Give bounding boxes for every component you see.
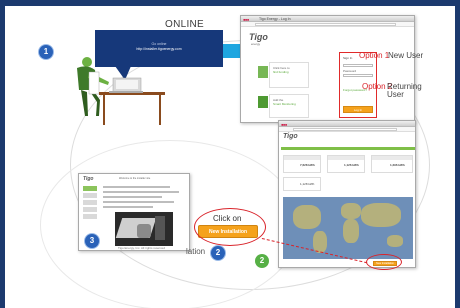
option2-text: Returning User bbox=[387, 82, 422, 99]
monitor-icon bbox=[258, 66, 268, 78]
card-subtitle: Smart Monitoring bbox=[273, 102, 296, 106]
tigo-logo: Tigo bbox=[83, 176, 94, 182]
stat-card: 1,128 kWh bbox=[283, 177, 321, 191]
sidebar-item[interactable] bbox=[83, 207, 97, 212]
stat-card: 1,126 kWh bbox=[327, 155, 365, 173]
login-button[interactable]: Log In bbox=[343, 106, 373, 113]
email-field[interactable] bbox=[343, 64, 373, 67]
callout-url: http://installer.tigoenergy.com bbox=[136, 47, 182, 51]
dashboard-button-highlight-ellipse bbox=[366, 254, 402, 270]
dashboard-nav-bar[interactable] bbox=[281, 147, 415, 150]
partial-label: lation bbox=[186, 247, 206, 256]
left-border bbox=[0, 0, 5, 308]
option-card-funding[interactable]: Click here to find funding bbox=[269, 62, 309, 88]
sidebar-item[interactable] bbox=[83, 200, 97, 205]
tigo-logo: Tigo bbox=[249, 32, 268, 42]
stat-card: 1,296 kWh bbox=[371, 155, 413, 173]
option1-text: New User bbox=[388, 51, 424, 60]
password-field[interactable] bbox=[343, 74, 373, 77]
login-browser-window: ●●● Tigo Energy - Log In Tigo energy Cli… bbox=[240, 15, 415, 123]
tigo-logo-sub: energy bbox=[251, 42, 261, 46]
login-heading: Sign In bbox=[343, 56, 353, 60]
stat-value: 1,128 kWh bbox=[300, 182, 315, 186]
option1-label: Option 1 bbox=[359, 51, 390, 60]
step-2-badge: 2 bbox=[211, 246, 225, 260]
sidebar-item[interactable] bbox=[83, 214, 97, 219]
url-field[interactable] bbox=[255, 23, 396, 26]
step-3-badge: 3 bbox=[85, 234, 99, 248]
stat-value: 1,126 kWh bbox=[344, 163, 359, 167]
online-heading: ONLINE bbox=[165, 19, 205, 30]
person-at-computer-illustration bbox=[77, 57, 165, 125]
stat-value: 7,628 kWh bbox=[300, 163, 315, 167]
installation-video[interactable] bbox=[115, 212, 173, 246]
slide: 1 ONLINE Go online http://installer.tigo… bbox=[0, 0, 460, 308]
address-bar[interactable] bbox=[279, 127, 415, 132]
leaf-icon bbox=[258, 96, 268, 108]
installer-content bbox=[103, 186, 187, 211]
stat-card: 7,628 kWh bbox=[283, 155, 321, 173]
sidebar-item[interactable] bbox=[83, 193, 97, 198]
password-label: Password bbox=[343, 69, 357, 73]
tab-title: Tigo Energy - Log In bbox=[259, 17, 291, 21]
address-bar[interactable] bbox=[241, 22, 414, 27]
option-card-monitoring[interactable]: Add the Smart Monitoring bbox=[269, 94, 309, 118]
url-field[interactable] bbox=[293, 128, 397, 131]
step-2-green-badge: 2 bbox=[255, 254, 269, 268]
step-1-badge: 1 bbox=[39, 45, 53, 59]
installer-heading: Welcome to the installer site bbox=[119, 177, 151, 180]
installer-footer: Tigo Energy, Inc. All rights reserved bbox=[118, 246, 166, 250]
cta-highlight-ellipse bbox=[194, 208, 266, 246]
stat-value: 1,296 kWh bbox=[390, 163, 405, 167]
top-border bbox=[0, 0, 460, 6]
right-border bbox=[455, 0, 460, 308]
installer-sidebar bbox=[83, 186, 97, 221]
world-map[interactable] bbox=[283, 197, 413, 259]
card-subtitle: find funding bbox=[273, 70, 289, 74]
tigo-logo: Tigo bbox=[283, 133, 298, 140]
head-icon bbox=[82, 57, 92, 67]
sidebar-item[interactable] bbox=[83, 186, 97, 191]
